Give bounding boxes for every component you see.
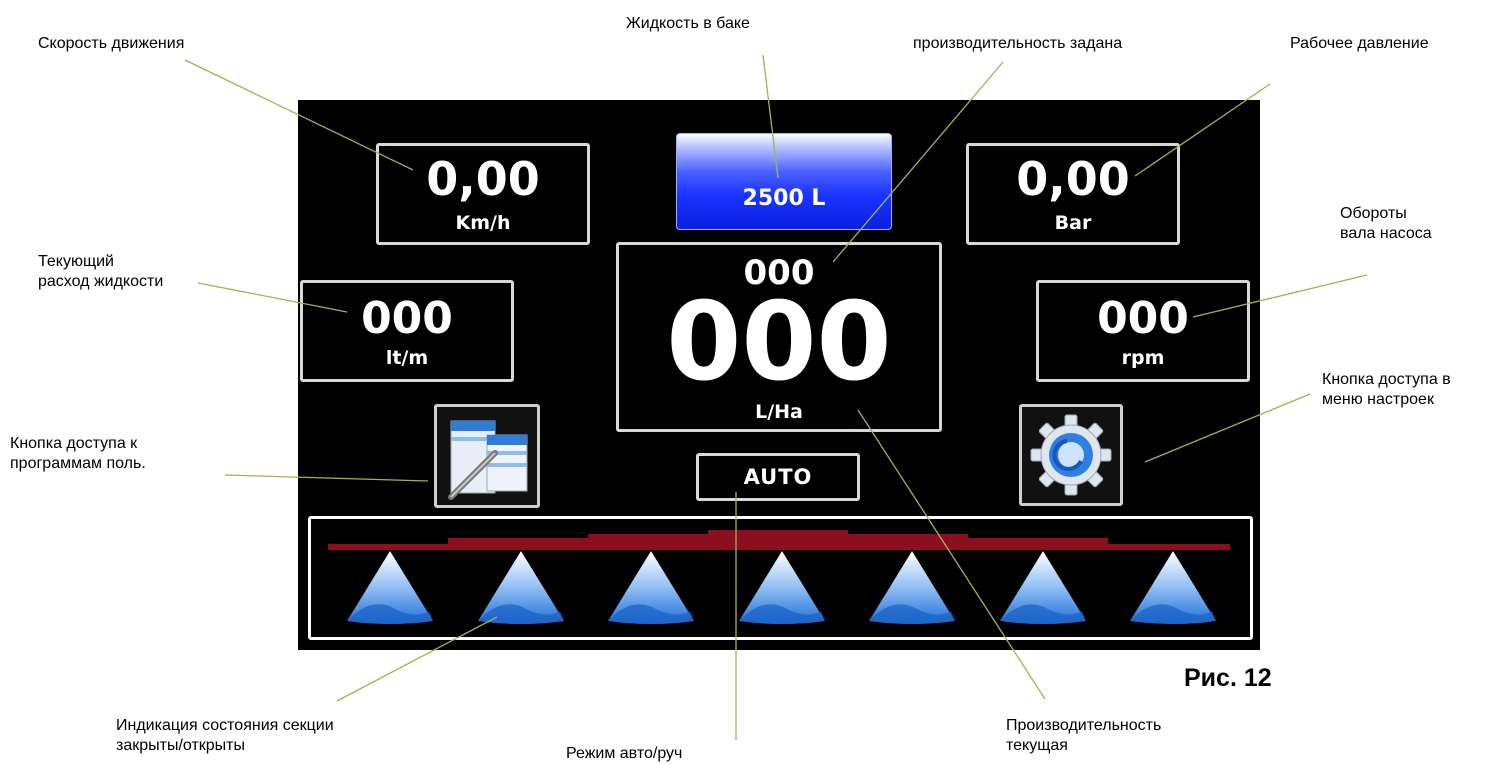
nozzle-triangle-icon xyxy=(999,551,1086,624)
label-flow: Текующий расход жидкости xyxy=(38,253,164,290)
section-nozzle-2[interactable] xyxy=(476,549,566,625)
label-settings: Кнопка доступа в меню настроек xyxy=(1322,371,1451,408)
flow-unit: lt/m xyxy=(385,347,429,369)
speed-unit: Km/h xyxy=(455,212,511,234)
settings-button[interactable] xyxy=(1019,404,1123,506)
pump-rpm-readout: 000 rpm xyxy=(1036,280,1250,382)
pressure-readout: 0,00 Bar xyxy=(966,143,1180,245)
rpm-value: 000 xyxy=(1097,293,1189,344)
section-nozzle-1[interactable] xyxy=(345,549,435,625)
nozzle-triangle-icon xyxy=(608,551,694,624)
section-nozzle-7[interactable] xyxy=(1128,549,1218,625)
rate-current-value: 000 xyxy=(666,280,892,405)
gear-icon xyxy=(1030,414,1112,496)
document-pencil-icon xyxy=(448,420,528,500)
label-programs: Кнопка доступа к программам поль. xyxy=(10,435,146,472)
label-tank: Жидкость в баке xyxy=(626,15,750,32)
flow-readout: 000 lt/m xyxy=(300,280,514,382)
nozzle-triangle-icon xyxy=(1130,551,1216,624)
nozzle-triangle-icon xyxy=(738,551,825,624)
label-sections: Индикация состояния секции закрыты/открыт… xyxy=(116,717,334,754)
pressure-value: 0,00 xyxy=(1016,152,1130,206)
section-nozzle-3[interactable] xyxy=(606,549,696,625)
label-rate-current: Производительность текущая xyxy=(1006,717,1162,754)
section-nozzle-5[interactable] xyxy=(867,549,957,625)
section-nozzle-4[interactable] xyxy=(737,549,827,625)
programs-button[interactable] xyxy=(434,404,540,508)
tank-value: 2500 L xyxy=(742,186,826,211)
figure-caption: Рис. 12 xyxy=(1184,664,1272,692)
label-mode: Режим авто/руч xyxy=(566,745,683,762)
rpm-unit: rpm xyxy=(1121,347,1165,369)
pressure-unit: Bar xyxy=(1054,212,1092,234)
section-nozzle-6[interactable] xyxy=(998,549,1088,625)
speed-value: 0,00 xyxy=(426,152,540,206)
label-pump-rpm: Обороты вала насоса xyxy=(1340,205,1432,242)
rate-readout: 000 000 L/Ha xyxy=(616,242,942,432)
rate-unit: L/Ha xyxy=(755,401,803,423)
label-speed: Скорость движения xyxy=(38,35,185,52)
tank-level-indicator[interactable]: 2500 L xyxy=(676,133,892,230)
speed-readout: 0,00 Km/h xyxy=(376,143,590,245)
mode-button[interactable]: AUTO xyxy=(696,453,860,501)
nozzle-triangle-icon xyxy=(869,551,955,624)
nozzle-triangle-icon xyxy=(477,551,564,624)
nozzle-triangle-icon xyxy=(347,551,433,624)
label-pressure: Рабочее давление xyxy=(1290,35,1429,52)
flow-value: 000 xyxy=(361,293,453,344)
label-rate-set: производительность задана xyxy=(913,35,1123,52)
